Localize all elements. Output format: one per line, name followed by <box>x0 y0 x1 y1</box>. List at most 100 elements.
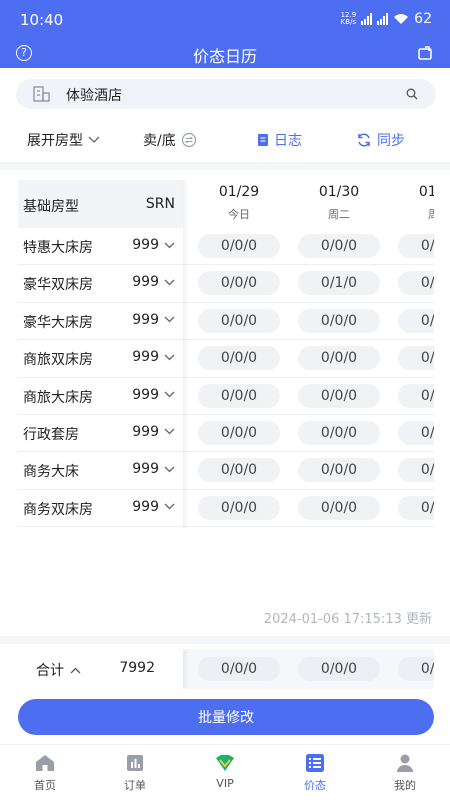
inventory-cell[interactable]: 0/0/0 <box>198 271 280 296</box>
srn-selector[interactable]: 999 <box>132 461 175 477</box>
inventory-cell[interactable]: 0/0/0 <box>398 271 434 296</box>
inventory-cell[interactable]: 0/0/0 <box>198 234 280 258</box>
inventory-cell[interactable]: 0/1/0 <box>298 271 380 296</box>
srn-selector[interactable]: 999 <box>132 499 175 515</box>
tab-label-vip: VIP <box>216 777 234 790</box>
room-type-row: 豪华大床房 999 <box>18 303 183 341</box>
srn-value: 999 <box>132 386 159 403</box>
tab-price[interactable]: 价态 <box>270 753 360 793</box>
hotel-selector[interactable]: 体验酒店 <box>16 79 436 109</box>
inventory-cell[interactable]: 0/0/0 <box>198 421 280 445</box>
search-icon[interactable] <box>406 88 418 100</box>
room-type-row: 豪华双床房 999 <box>18 265 183 303</box>
inventory-cell[interactable]: 0/0/0 <box>298 308 380 333</box>
inventory-cell[interactable]: 0/0/0 <box>198 495 280 520</box>
table-row: 0/0/0 0/0/0 0/0/0 <box>183 378 434 415</box>
room-type-row: 行政套房 999 <box>18 415 183 453</box>
room-rows: 特惠大床房 999 豪华双床房 999 豪华大床房 999 商旅双床房 999 商旅大床房 999… <box>18 228 183 528</box>
room-type-row: 特惠大床房 999 <box>18 228 183 266</box>
total-cell: 0/0/0 <box>298 657 380 681</box>
wifi-icon <box>394 14 409 24</box>
log-icon <box>258 134 268 146</box>
inventory-cell[interactable]: 0/0/0 <box>298 383 380 408</box>
chevron-down-icon <box>164 316 175 323</box>
inventory-cell[interactable]: 0/0/0 <box>398 234 434 258</box>
date-grid[interactable]: 01/29今日01/30周二01/31周三 0/0/00/0/00/0/00/0… <box>183 180 434 528</box>
srn-selector[interactable]: 999 <box>132 237 175 253</box>
room-type-row: 商务大床 999 <box>18 452 183 490</box>
inventory-cell[interactable]: 0/0/0 <box>198 383 280 408</box>
export-icon[interactable] <box>416 44 434 62</box>
expand-room-types-button[interactable]: 展开房型 <box>27 130 100 150</box>
inventory-cell[interactable]: 0/0/0 <box>398 383 434 408</box>
inventory-cell[interactable]: 0/0/0 <box>298 421 380 445</box>
srn-value: 999 <box>132 498 159 515</box>
room-type-row: 商旅双床房 999 <box>18 340 183 378</box>
table-row: 0/0/0 0/0/0 0/0/0 <box>183 303 434 341</box>
inventory-cell[interactable]: 0/0/0 <box>398 421 434 445</box>
srn-value: 999 <box>132 237 159 253</box>
tab-home[interactable]: 首页 <box>0 753 90 793</box>
sync-label: 同步 <box>377 133 405 149</box>
signal-icon <box>361 13 373 25</box>
room-type-name: 特惠大床房 <box>23 240 93 256</box>
inventory-cell[interactable]: 0/0/0 <box>298 346 380 371</box>
date-header: 01/29 今日 01/30 周二 01/31 周三 <box>183 180 434 228</box>
hotel-name: 体验酒店 <box>66 88 122 104</box>
date-label: 01/29 <box>218 184 260 200</box>
room-type-name: 豪华大床房 <box>23 314 93 331</box>
network-speed: 12.9 KB/s <box>340 11 357 26</box>
weekday-label: 周三 <box>428 208 434 221</box>
chevron-down-icon <box>164 354 175 361</box>
weekday-label: 今日 <box>228 208 250 221</box>
header-base-room: 基础房型 <box>23 199 79 215</box>
batch-edit-button[interactable]: 批量修改 <box>18 699 434 735</box>
total-cell: 0/0/0 <box>198 657 280 681</box>
signal-icon-2 <box>377 13 389 25</box>
inventory-cell[interactable]: 0/0/0 <box>198 308 280 333</box>
inventory-cell[interactable]: 0/0/0 <box>398 308 434 333</box>
swap-icon <box>181 132 196 148</box>
status-time: 10:40 <box>20 11 64 29</box>
inventory-cell[interactable]: 0/0/0 <box>298 458 380 483</box>
srn-selector[interactable]: 999 <box>132 387 175 403</box>
inventory-cell[interactable]: 0/0/0 <box>298 495 380 520</box>
date-column-header: 01/31 周三 <box>389 180 434 222</box>
table-row: 0/0/0 0/0/0 0/0/0 <box>183 452 434 490</box>
filter-row: 展开房型 卖/底 日志 同步 <box>0 124 450 156</box>
room-type-row: 商务双床房 999 <box>18 490 183 528</box>
page-title: 价态日历 <box>192 47 257 66</box>
inventory-cell[interactable]: 0/0/0 <box>398 346 434 371</box>
vip-icon <box>216 755 234 771</box>
total-toggle[interactable]: 合计 <box>36 660 81 680</box>
inventory-cell[interactable]: 0/0/0 <box>298 234 380 258</box>
log-label: 日志 <box>274 133 302 149</box>
log-button[interactable]: 日志 <box>257 130 302 150</box>
room-type-name: 豪华双床房 <box>23 277 93 294</box>
inventory-cell[interactable]: 0/0/0 <box>398 495 434 520</box>
srn-selector[interactable]: 999 <box>132 424 175 440</box>
inventory-cell[interactable]: 0/0/0 <box>398 458 434 483</box>
tab-vip[interactable]: VIP <box>180 753 270 790</box>
weekday-label: 周二 <box>328 208 350 221</box>
section-divider <box>0 162 450 170</box>
status-bar: 10:40 12.9 KB/s 62 <box>0 0 450 40</box>
status-indicators: 12.9 KB/s 62 <box>341 11 432 27</box>
tab-orders[interactable]: 订单 <box>90 753 180 793</box>
srn-selector[interactable]: 999 <box>132 312 175 328</box>
tab-profile[interactable]: 我的 <box>360 753 450 793</box>
srn-selector[interactable]: 999 <box>132 274 175 290</box>
room-type-row: 商旅大床房 999 <box>18 378 183 415</box>
chevron-down-icon <box>164 503 175 510</box>
inventory-cell[interactable]: 0/0/0 <box>198 346 280 371</box>
date-label: 01/30 <box>318 184 360 200</box>
srn-selector[interactable]: 999 <box>132 349 175 365</box>
inventory-cell[interactable]: 0/0/0 <box>198 458 280 483</box>
room-type-name: 商务大床 <box>23 464 79 481</box>
sync-button[interactable]: 同步 <box>356 130 405 150</box>
room-type-name: 商务双床房 <box>23 501 93 518</box>
chevron-down-icon <box>88 136 100 143</box>
srn-value: 999 <box>132 461 159 478</box>
room-type-name: 商旅大床房 <box>23 389 93 406</box>
sell-base-toggle[interactable]: 卖/底 <box>143 130 197 150</box>
